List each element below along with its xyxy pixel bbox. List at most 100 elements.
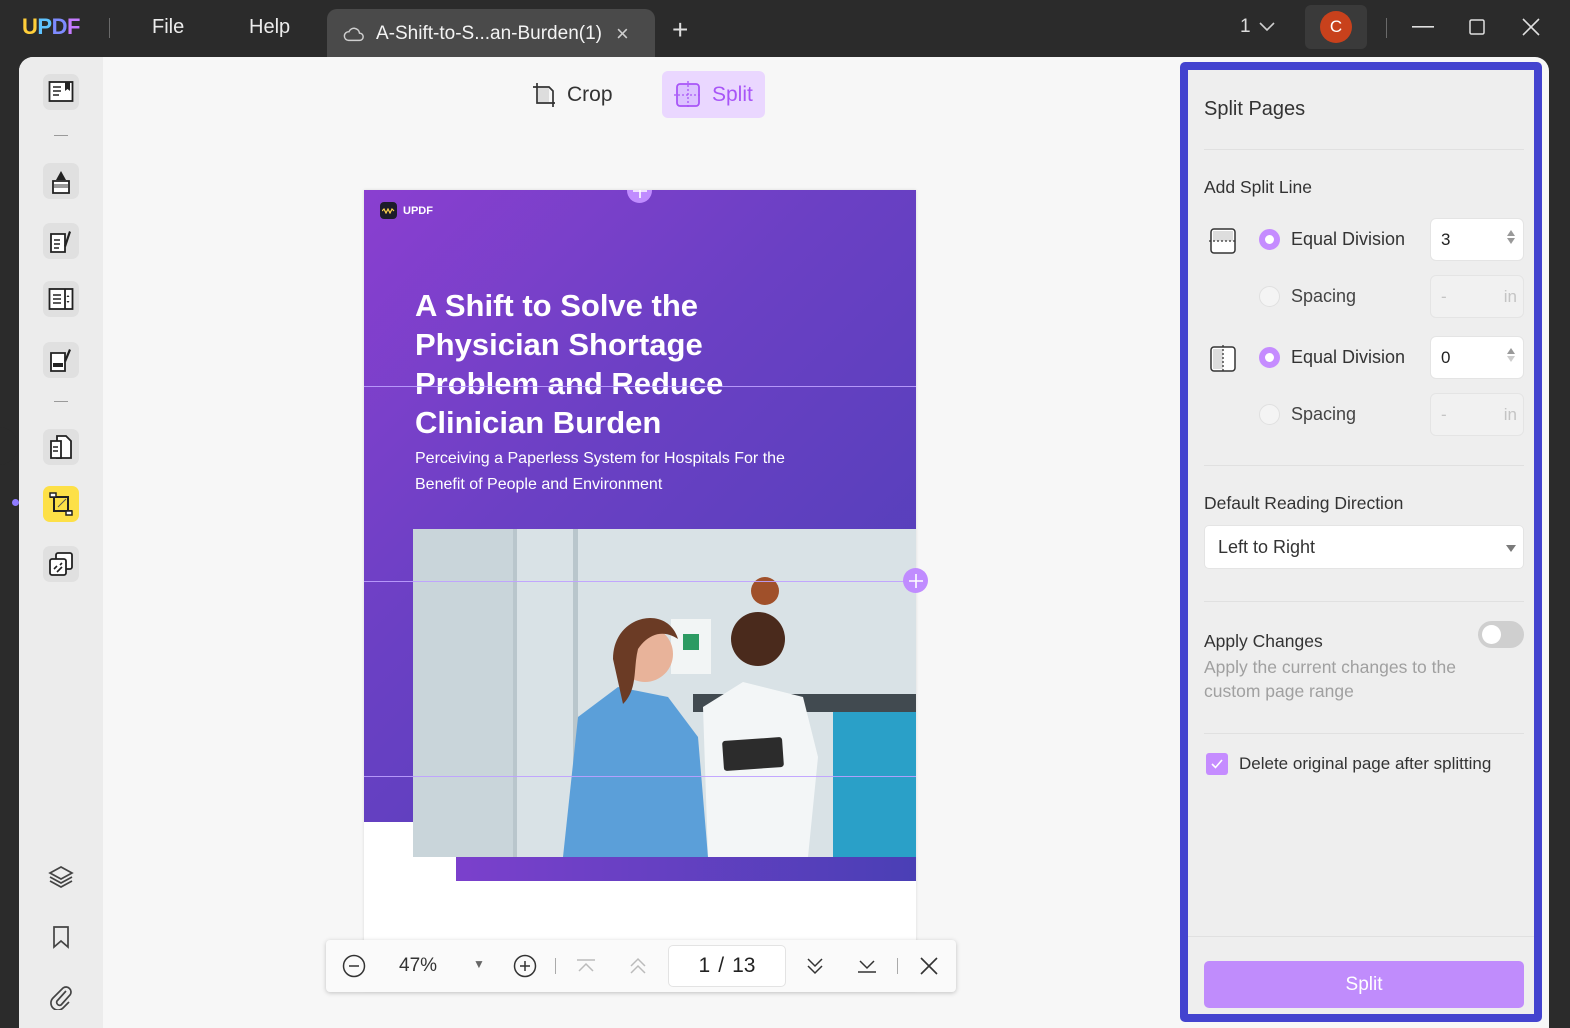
close-navbar-button[interactable] <box>917 954 941 978</box>
zoom-dropdown-icon[interactable]: ▼ <box>473 957 485 971</box>
plus-icon <box>908 573 923 588</box>
page-bottom-accent <box>456 857 916 881</box>
radio-label: Equal Division <box>1291 229 1406 249</box>
delete-original-checkbox[interactable]: Delete original page after splitting <box>1206 753 1491 775</box>
zoom-out-icon <box>342 954 366 978</box>
first-page-icon <box>577 959 595 972</box>
window-count-dropdown[interactable]: 1 <box>1240 16 1275 38</box>
radio-unselected <box>1259 404 1280 425</box>
logo-letter: F <box>66 14 80 39</box>
sign-icon <box>50 349 71 372</box>
horizontal-equal-division-radio[interactable]: Equal Division <box>1259 229 1405 250</box>
split-label: Split <box>712 82 753 106</box>
sidebar-item-form[interactable] <box>43 281 79 317</box>
horizontal-spacing-input[interactable]: - in <box>1430 275 1524 318</box>
close-window-button[interactable] <box>1516 12 1546 42</box>
close-tab-icon[interactable]: × <box>616 21 629 47</box>
sidebar-item-comment[interactable] <box>43 163 79 199</box>
vertical-spacing-radio[interactable]: Spacing <box>1259 404 1356 425</box>
minimize-button[interactable] <box>1408 12 1438 42</box>
checkmark-icon <box>1211 759 1223 769</box>
layers-icon <box>48 866 74 888</box>
radio-selected <box>1259 229 1280 250</box>
sidebar-item-layers[interactable] <box>46 862 76 892</box>
add-horizontal-split-handle[interactable] <box>903 568 928 593</box>
pages-icon <box>50 435 72 459</box>
field-value: 3 <box>1441 229 1451 249</box>
vertical-division-count-input[interactable]: 0 <box>1430 336 1524 379</box>
page-subheading: Perceiving a Paperless System for Hospit… <box>415 450 785 493</box>
crop-mode-button[interactable]: Crop <box>519 71 625 118</box>
horizontal-spacing-radio[interactable]: Spacing <box>1259 286 1356 307</box>
sidebar-divider <box>54 135 68 136</box>
avatar: C <box>1320 11 1352 43</box>
checkbox-checked <box>1206 753 1228 775</box>
split-line[interactable] <box>364 776 916 777</box>
last-page-button[interactable] <box>855 954 879 978</box>
page-separator: / <box>718 954 725 977</box>
spinner-arrows-icon[interactable] <box>1507 348 1515 362</box>
sidebar-item-reader[interactable] <box>43 74 79 110</box>
window-count: 1 <box>1240 16 1251 37</box>
vertical-equal-division-radio[interactable]: Equal Division <box>1259 347 1405 368</box>
radio-selected <box>1259 347 1280 368</box>
reading-direction-select[interactable]: Left to Right <box>1204 525 1524 569</box>
vertical-spacing-input[interactable]: - in <box>1430 393 1524 436</box>
sidebar-item-convert[interactable] <box>43 546 79 582</box>
zoom-out-button[interactable] <box>342 954 366 978</box>
sidebar-edge-notch <box>0 427 18 465</box>
sidebar-item-fill-sign[interactable] <box>43 342 79 378</box>
split-line[interactable] <box>364 581 916 582</box>
sidebar-item-edit[interactable] <box>43 223 79 259</box>
cloud-icon <box>343 27 364 41</box>
horizontal-division-count-input[interactable]: 3 <box>1430 218 1524 261</box>
unit-label: in <box>1503 404 1517 424</box>
add-split-line-label: Add Split Line <box>1204 177 1312 197</box>
page-brand: UPDF <box>380 202 433 219</box>
convert-icon <box>49 552 73 576</box>
vertical-split-icon <box>1210 345 1236 373</box>
sidebar-item-attachment[interactable] <box>46 982 76 1012</box>
divider <box>1204 465 1524 466</box>
zoom-in-icon <box>513 954 537 978</box>
previous-page-button[interactable] <box>626 954 650 978</box>
divider <box>555 958 556 974</box>
document-tab[interactable]: A-Shift-to-S...an-Burden(1) × <box>327 9 655 58</box>
zoom-in-button[interactable] <box>513 954 537 978</box>
split-button[interactable]: Split <box>1204 961 1524 1008</box>
zoom-level[interactable]: 47% <box>399 955 437 977</box>
double-chevron-up-icon <box>630 957 646 974</box>
logo-letter: D <box>51 14 68 39</box>
menu-help[interactable]: Help <box>249 16 290 39</box>
next-page-button[interactable] <box>803 954 827 978</box>
sidebar-item-crop[interactable] <box>43 486 79 522</box>
left-sidebar <box>19 57 103 1028</box>
menu-file[interactable]: File <box>152 16 184 39</box>
apply-changes-toggle[interactable] <box>1478 621 1524 648</box>
maximize-button[interactable] <box>1462 12 1492 42</box>
radio-label: Equal Division <box>1291 347 1406 367</box>
apply-changes-description: Apply the current changes to the custom … <box>1204 657 1456 701</box>
account-button[interactable]: C <box>1305 5 1367 49</box>
radio-label: Spacing <box>1291 404 1357 424</box>
panel-title: Split Pages <box>1204 98 1306 120</box>
first-page-button[interactable] <box>574 954 598 978</box>
split-mode-button[interactable]: Split <box>662 71 765 118</box>
paperclip-icon <box>50 986 72 1010</box>
sidebar-item-bookmark[interactable] <box>46 922 76 952</box>
minimize-icon <box>1412 26 1434 28</box>
horizontal-split-icon <box>1209 228 1237 254</box>
chevron-down-icon <box>1259 22 1275 32</box>
total-pages: 13 <box>732 954 756 977</box>
spinner-arrows-icon[interactable] <box>1507 230 1515 244</box>
page-heading: A Shift to Solve the Physician Shortage … <box>415 288 724 440</box>
divider <box>897 958 898 974</box>
page-number-field[interactable]: 1 / 13 <box>668 945 786 987</box>
sidebar-item-organize[interactable] <box>43 429 79 465</box>
divider <box>1188 936 1534 937</box>
divider <box>109 18 110 38</box>
split-line[interactable] <box>364 386 916 387</box>
divider <box>1204 601 1524 602</box>
new-tab-button[interactable]: + <box>672 14 688 46</box>
divider <box>1204 149 1524 150</box>
